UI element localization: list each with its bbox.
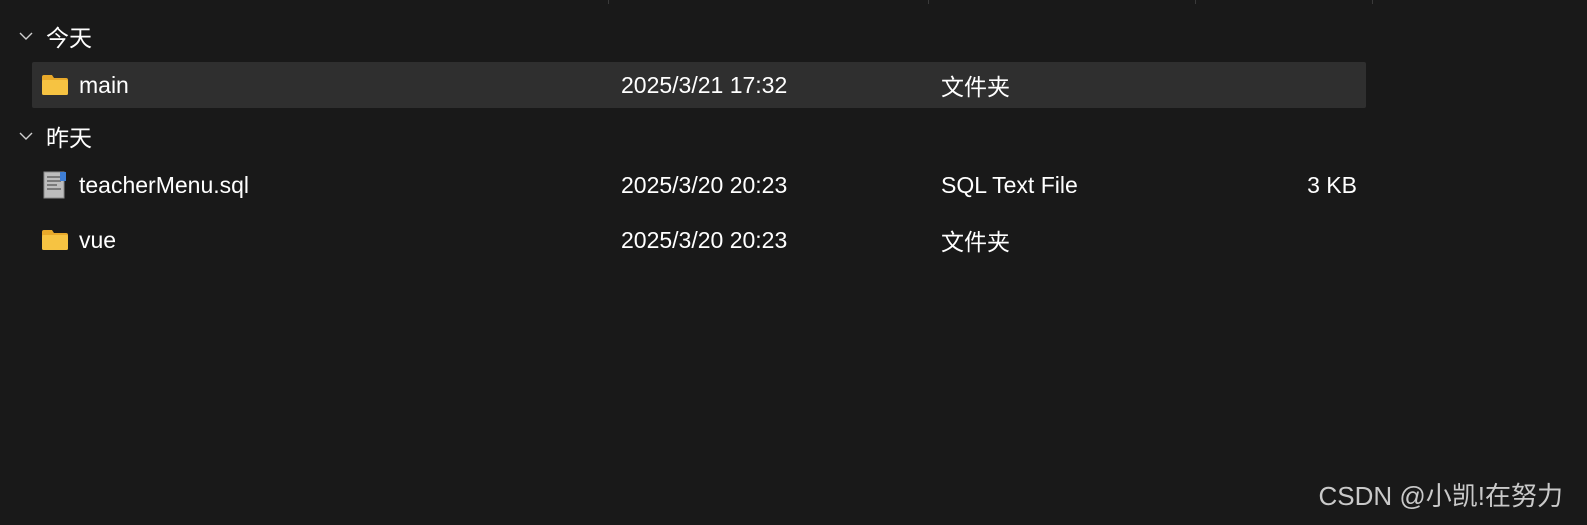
group-label: 今天 [46, 25, 92, 51]
column-separator[interactable] [928, 0, 929, 4]
file-type: SQL Text File [941, 171, 1078, 198]
file-type: 文件夹 [941, 74, 1010, 100]
modified-date: 2025/3/21 17:32 [621, 71, 788, 98]
group-header-yesterday[interactable]: 昨天 [18, 122, 92, 151]
sql-file-icon [41, 171, 69, 199]
file-size: 3 KB [1307, 171, 1357, 198]
folder-icon [41, 226, 69, 254]
column-separator[interactable] [608, 0, 609, 4]
modified-date: 2025/3/20 20:23 [621, 171, 788, 198]
list-item-vue[interactable]: vue 2025/3/20 20:23 文件夹 [32, 217, 1366, 263]
column-separator[interactable] [1372, 0, 1373, 4]
list-item-teachermenu-sql[interactable]: teacherMenu.sql 2025/3/20 20:23 SQL Text… [32, 162, 1366, 208]
file-explorer-list: 今天 main 2025/3/21 17:32 文件夹 昨天 teacherMe… [0, 0, 1587, 525]
column-separator[interactable] [1195, 0, 1196, 4]
file-type: 文件夹 [941, 229, 1010, 255]
list-item-main[interactable]: main 2025/3/21 17:32 文件夹 [32, 62, 1366, 108]
chevron-down-icon [18, 128, 34, 144]
folder-icon [41, 71, 69, 99]
file-name: teacherMenu.sql [79, 171, 250, 198]
group-header-today[interactable]: 今天 [18, 22, 92, 51]
watermark-text: CSDN @小凯!在努力 [1318, 481, 1563, 511]
file-name: main [79, 71, 129, 98]
group-label: 昨天 [46, 125, 92, 151]
chevron-down-icon [18, 28, 34, 44]
file-name: vue [79, 226, 117, 253]
modified-date: 2025/3/20 20:23 [621, 226, 788, 253]
